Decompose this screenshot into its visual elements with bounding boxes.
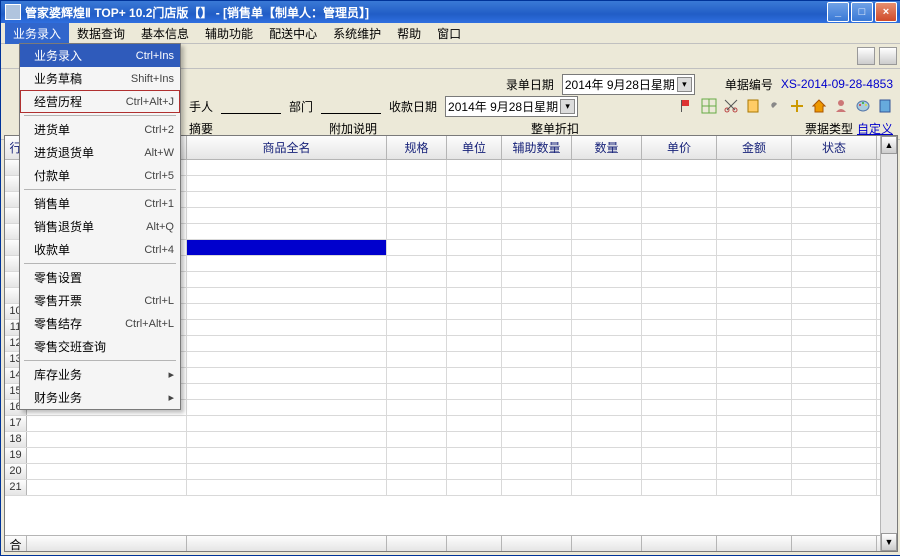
col-header-unit[interactable]: 单位 [447,136,502,159]
addl-field[interactable] [385,121,485,136]
col-header-spec[interactable]: 规格 [387,136,447,159]
discount-label: 整单折扣 [531,120,579,137]
menu-window[interactable]: 窗口 [429,23,469,44]
entry-date-value: 2014年 9月28日星期 [565,76,675,93]
menu-data-query[interactable]: 数据查询 [69,23,133,44]
totals-row: 合计 [5,535,880,551]
discount-field[interactable] [587,121,627,136]
col-header-price[interactable]: 单价 [642,136,717,159]
menubar: 业务录入 数据查询 基本信息 辅助功能 配送中心 系统维护 帮助 窗口 [1,23,900,44]
menu-item-付款单[interactable]: 付款单Ctrl+5 [20,164,180,187]
addl-label: 附加说明 [329,120,377,137]
dept-field[interactable] [321,99,381,114]
chevron-down-icon[interactable]: ▾ [560,99,575,114]
scroll-down-icon[interactable]: ▼ [881,533,897,551]
scroll-up-icon[interactable]: ▲ [881,136,897,154]
table-row[interactable]: 19 [5,448,880,464]
menu-item-经营历程[interactable]: 经营历程Ctrl+Alt+J [20,90,180,113]
handler-label: 手人 [189,98,213,115]
dept-label: 部门 [289,98,313,115]
menu-business-entry[interactable]: 业务录入 [5,23,69,44]
handler-field[interactable] [221,99,281,114]
entry-date-field[interactable]: 2014年 9月28日星期 ▾ [562,74,695,95]
menu-aux[interactable]: 辅助功能 [197,23,261,44]
doc-no-value: XS-2014-09-28-4853 [781,77,893,91]
col-header-status[interactable]: 状态 [792,136,877,159]
toolbar-icon-1[interactable] [857,47,875,65]
pay-date-field[interactable]: 2014年 9月28日星期 ▾ [445,96,578,117]
menu-item-库存业务[interactable]: 库存业务▸ [20,363,180,386]
home-icon[interactable] [811,98,827,114]
vertical-scrollbar[interactable]: ▲ ▼ [880,136,897,551]
table-row[interactable]: 17 [5,416,880,432]
scissors-icon[interactable] [723,98,739,114]
business-entry-dropdown: 业务录入Ctrl+Ins业务草稿Shift+Ins经营历程Ctrl+Alt+J 进… [19,43,181,410]
pay-date-label: 收款日期 [389,98,437,115]
menu-item-零售交班查询[interactable]: 零售交班查询 [20,335,180,358]
palette-icon[interactable] [855,98,871,114]
plus-icon[interactable] [789,98,805,114]
doc-no-label: 单据编号 [725,76,773,93]
summary-field[interactable] [221,121,321,136]
menu-item-收款单[interactable]: 收款单Ctrl+4 [20,238,180,261]
flag-icon[interactable] [679,98,695,114]
book-icon[interactable] [877,98,893,114]
table-row[interactable]: 20 [5,464,880,480]
action-icons [679,98,893,114]
menu-item-销售单[interactable]: 销售单Ctrl+1 [20,192,180,215]
app-icon [5,4,21,20]
bill-type-label: 票据类型 [805,120,853,137]
close-button[interactable]: × [875,2,897,22]
col-header-aux_qty[interactable]: 辅助数量 [502,136,572,159]
menu-item-进货单[interactable]: 进货单Ctrl+2 [20,118,180,141]
chevron-down-icon[interactable]: ▾ [677,77,692,92]
menu-basic-info[interactable]: 基本信息 [133,23,197,44]
menu-item-零售开票[interactable]: 零售开票Ctrl+L [20,289,180,312]
menu-dispatch[interactable]: 配送中心 [261,23,325,44]
menu-item-业务录入[interactable]: 业务录入Ctrl+Ins [20,44,180,67]
menu-item-财务业务[interactable]: 财务业务▸ [20,386,180,409]
summary-label: 摘要 [189,120,213,137]
menu-item-销售退货单[interactable]: 销售退货单Alt+Q [20,215,180,238]
menu-item-业务草稿[interactable]: 业务草稿Shift+Ins [20,67,180,90]
menu-help[interactable]: 帮助 [389,23,429,44]
clipboard-icon[interactable] [745,98,761,114]
entry-date-label: 录单日期 [506,76,554,93]
bill-type-link[interactable]: 自定义 [857,120,893,137]
grid-icon[interactable] [701,98,717,114]
col-header-name[interactable]: 商品全名 [187,136,387,159]
titlebar: 管家婆辉煌Ⅱ TOP+ 10.2门店版【】 - [销售单【制单人：管理员】] _… [1,1,900,23]
menu-sys-maint[interactable]: 系统维护 [325,23,389,44]
user-icon[interactable] [833,98,849,114]
table-row[interactable]: 21 [5,480,880,496]
menu-item-零售设置[interactable]: 零售设置 [20,266,180,289]
pay-date-value: 2014年 9月28日星期 [448,98,558,115]
table-row[interactable]: 18 [5,432,880,448]
minimize-button[interactable]: _ [827,2,849,22]
maximize-button[interactable]: □ [851,2,873,22]
col-header-qty[interactable]: 数量 [572,136,642,159]
menu-item-进货退货单[interactable]: 进货退货单Alt+W [20,141,180,164]
menu-item-零售结存[interactable]: 零售结存Ctrl+Alt+L [20,312,180,335]
wrench-icon[interactable] [767,98,783,114]
col-header-amount[interactable]: 金额 [717,136,792,159]
window-title: 管家婆辉煌Ⅱ TOP+ 10.2门店版【】 - [销售单【制单人：管理员】] [25,4,369,21]
toolbar-icon-2[interactable] [879,47,897,65]
